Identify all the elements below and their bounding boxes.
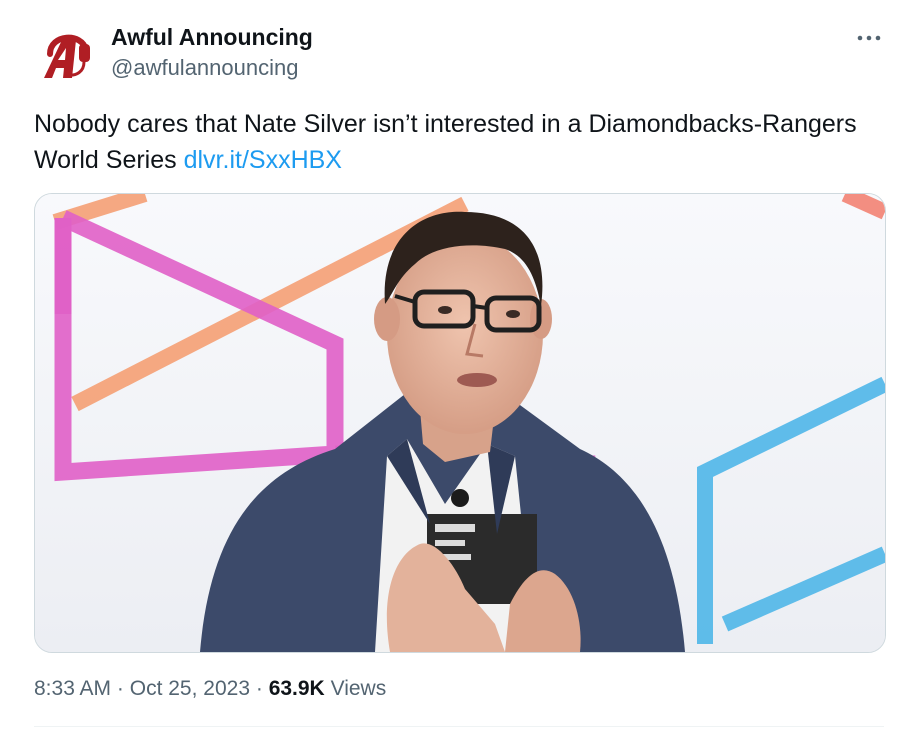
tweet-text: Nobody cares that Nate Silver isn’t inte… [34, 106, 874, 178]
views-count[interactable]: 63.9K [269, 677, 325, 700]
meta-separator: · [116, 677, 124, 700]
more-dots-icon [857, 35, 881, 41]
tweet-time[interactable]: 8:33 AM [34, 677, 111, 700]
tweet-link[interactable]: dlvr.it/SxxHBX [184, 146, 342, 174]
tweet-media-image[interactable] [34, 193, 886, 653]
tweet-body: Nobody cares that Nate Silver isn’t inte… [34, 110, 857, 174]
photo-of-man-speaking-icon [35, 194, 885, 652]
views-label: Views [330, 677, 387, 700]
tweet-card: Awful Announcing @awfulannouncing Nobody… [0, 0, 910, 740]
author-handle[interactable]: @awfulannouncing [111, 55, 298, 81]
divider [34, 726, 884, 727]
author-display-name[interactable]: Awful Announcing [111, 24, 313, 51]
tweet-date[interactable]: Oct 25, 2023 [130, 677, 250, 700]
more-options-button[interactable] [852, 28, 886, 48]
tweet-meta: 8:33 AM · Oct 25, 2023 · 63.9K Views [34, 677, 386, 701]
avatar[interactable] [36, 22, 96, 82]
awful-announcing-logo-icon [44, 34, 90, 78]
meta-separator: · [255, 677, 263, 700]
